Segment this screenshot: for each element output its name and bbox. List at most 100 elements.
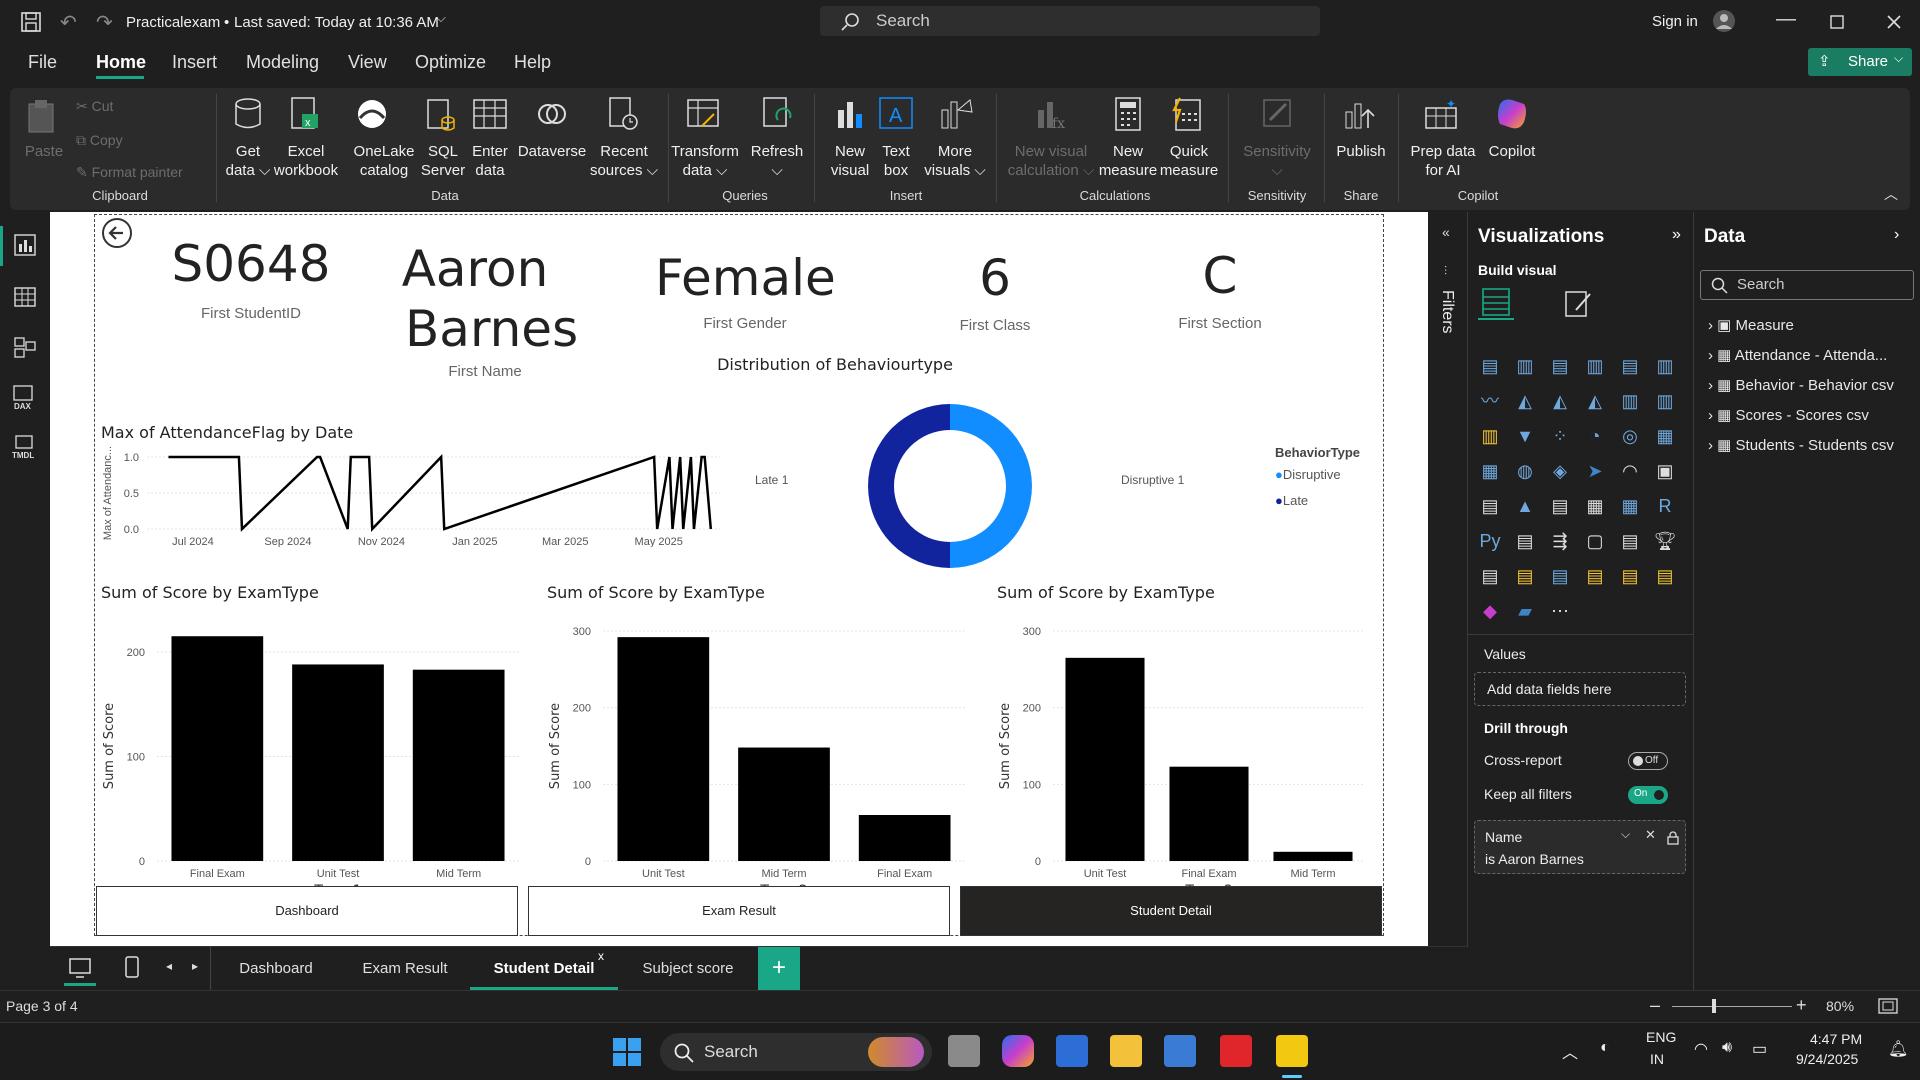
- battery-icon[interactable]: ▭: [1752, 1039, 1767, 1059]
- chevron-right-icon[interactable]: ›: [1708, 407, 1717, 424]
- expand-filters-icon[interactable]: «: [1442, 224, 1450, 240]
- area-visual-icon[interactable]: ◭: [1513, 389, 1537, 413]
- chevron-down-icon[interactable]: ⌵: [436, 10, 446, 26]
- shape-map-visual-icon[interactable]: ◈: [1548, 459, 1572, 483]
- tab-exam-result[interactable]: Exam Result: [340, 947, 470, 990]
- transform-data-button[interactable]: Transform data ⌵: [670, 142, 740, 180]
- filled-map-visual-icon[interactable]: ◍: [1513, 459, 1537, 483]
- bar[interactable]: [738, 747, 830, 861]
- data-table-item[interactable]: › ▦ Scores - Scores csv: [1708, 406, 1869, 424]
- tab-subject-score[interactable]: Subject score: [618, 947, 758, 990]
- wifi-icon[interactable]: ◠: [1694, 1039, 1708, 1059]
- bar[interactable]: [171, 636, 264, 861]
- desktop-layout-icon[interactable]: [68, 957, 92, 979]
- tab-dashboard[interactable]: Dashboard: [212, 947, 340, 990]
- format-visual-icon[interactable]: [1564, 288, 1594, 318]
- filters-pane-collapsed[interactable]: « ⫶ Filters: [1428, 212, 1468, 946]
- card-visual-icon[interactable]: ▣: [1653, 459, 1677, 483]
- task-view-icon[interactable]: [948, 1035, 980, 1067]
- paginated-visual-icon[interactable]: ▤: [1478, 564, 1502, 588]
- nav-dashboard-button[interactable]: Dashboard: [96, 886, 518, 936]
- chevron-right-icon[interactable]: ›: [1708, 347, 1717, 364]
- taskbar-search[interactable]: Search: [660, 1033, 932, 1071]
- pie-visual-icon[interactable]: ◔: [1583, 424, 1607, 448]
- drillthrough-filter-card[interactable]: Name ⌵ ✕ is Aaron Barnes: [1474, 820, 1686, 874]
- next-page-icon[interactable]: ▸: [192, 959, 198, 973]
- enter-data-button[interactable]: Enter data: [468, 142, 512, 180]
- gauge-visual-icon[interactable]: ◠: [1618, 459, 1642, 483]
- onelake-catalog-button[interactable]: OneLake catalog: [348, 142, 420, 180]
- trophy-visual-icon[interactable]: 🏆︎: [1653, 529, 1677, 553]
- nav-student-detail-button[interactable]: Student Detail: [960, 886, 1382, 936]
- power-bi-icon[interactable]: [1276, 1035, 1308, 1067]
- format-painter-button[interactable]: ✎ Format painter: [76, 164, 183, 181]
- publish-button[interactable]: Publish: [1330, 142, 1392, 161]
- data-search-input[interactable]: Search: [1700, 270, 1914, 300]
- chevron-right-icon[interactable]: ›: [1708, 317, 1717, 334]
- network-status-icon[interactable]: ◐: [1600, 1039, 1610, 1057]
- text-box-button[interactable]: Text box: [876, 142, 916, 180]
- button-slicer-visual-icon[interactable]: ▤: [1618, 564, 1642, 588]
- close-icon[interactable]: [1886, 14, 1902, 30]
- table-visual-icon[interactable]: ▦: [1583, 494, 1607, 518]
- wps-office-icon[interactable]: [1220, 1035, 1252, 1067]
- narrative-visual-icon[interactable]: ▤: [1618, 529, 1642, 553]
- add-data-fields-well[interactable]: Add data fields here: [1474, 672, 1686, 706]
- more-visuals-button[interactable]: More visuals ⌵: [920, 142, 990, 180]
- stacked-column-visual-icon[interactable]: ▥: [1513, 354, 1537, 378]
- sign-in-link[interactable]: Sign in: [1652, 13, 1698, 30]
- power-automate-visual-icon[interactable]: ▤: [1548, 564, 1572, 588]
- new-visual-calculation-button[interactable]: New visual calculation ⌵: [1006, 142, 1096, 180]
- nav-exam-result-button[interactable]: Exam Result: [528, 886, 950, 936]
- clock-time[interactable]: 4:47 PM: [1810, 1031, 1862, 1047]
- menu-help[interactable]: Help: [514, 52, 551, 73]
- quick-measure-button[interactable]: Quick measure: [1156, 142, 1222, 180]
- decomposition-tree-visual-icon[interactable]: ⇶: [1548, 529, 1572, 553]
- key-influencers-visual-icon[interactable]: ▤: [1513, 529, 1537, 553]
- keep-all-filters-toggle[interactable]: On: [1628, 786, 1668, 804]
- power-apps-visual-icon[interactable]: ▤: [1513, 564, 1537, 588]
- data-table-item[interactable]: › ▦ Students - Students csv: [1708, 436, 1894, 454]
- sql-server-button[interactable]: SQL Server: [420, 142, 466, 180]
- collapse-data-pane-icon[interactable]: ›: [1894, 226, 1899, 244]
- refresh-button[interactable]: Refresh ⌵: [746, 142, 808, 180]
- collapse-ribbon-icon[interactable]: ︿: [1884, 184, 1898, 204]
- copilot-button[interactable]: Copilot: [1480, 142, 1544, 161]
- get-data-button[interactable]: Get data ⌵: [220, 142, 276, 180]
- file-explorer-icon[interactable]: [1110, 1035, 1142, 1067]
- treemap-visual-icon[interactable]: ▦: [1653, 424, 1677, 448]
- stacked-bar-visual-icon[interactable]: ▤: [1478, 354, 1502, 378]
- chevron-down-icon[interactable]: ⌵: [1621, 827, 1630, 842]
- menu-view[interactable]: View: [348, 52, 387, 73]
- menu-file[interactable]: File: [28, 52, 57, 73]
- stacked-area-visual-icon[interactable]: ◭: [1548, 389, 1572, 413]
- language-indicator[interactable]: ENG: [1646, 1029, 1676, 1045]
- table-view-icon[interactable]: [14, 286, 36, 308]
- report-view-icon[interactable]: [14, 234, 36, 256]
- donut-slice-late[interactable]: [868, 404, 950, 568]
- maximize-icon[interactable]: [1830, 15, 1844, 29]
- redo-icon[interactable]: ↷: [96, 10, 113, 35]
- lock-icon[interactable]: [1667, 831, 1679, 845]
- dax-query-view-icon[interactable]: DAX: [12, 384, 38, 410]
- python-visual-icon[interactable]: Py: [1478, 529, 1502, 553]
- qa-visual-icon[interactable]: ▢: [1583, 529, 1607, 553]
- prev-page-icon[interactable]: ◂: [166, 959, 172, 973]
- clear-filter-icon[interactable]: ✕: [1645, 827, 1656, 843]
- clustered-column-visual-icon[interactable]: ▥: [1583, 354, 1607, 378]
- ribbon-visual-icon[interactable]: ▥: [1653, 389, 1677, 413]
- zoom-slider-thumb[interactable]: [1712, 999, 1716, 1013]
- multi-row-card-visual-icon[interactable]: ▤: [1478, 494, 1502, 518]
- collapse-visualizations-icon[interactable]: »: [1672, 226, 1681, 244]
- line-column-visual-icon[interactable]: ▥: [1618, 389, 1642, 413]
- more-visuals-visual-icon[interactable]: ⋯: [1548, 599, 1572, 623]
- bar[interactable]: [1169, 766, 1249, 861]
- minimize-icon[interactable]: —: [1776, 8, 1796, 31]
- matrix-visual-icon[interactable]: ▦: [1618, 494, 1642, 518]
- close-tab-icon[interactable]: x: [598, 949, 604, 963]
- 100-column-visual-icon[interactable]: ▥: [1653, 354, 1677, 378]
- copy-button[interactable]: ⧉ Copy: [76, 132, 123, 149]
- prep-data-for-ai-button[interactable]: Prep data for AI: [1400, 142, 1486, 180]
- undo-icon[interactable]: ↶: [60, 10, 77, 35]
- show-hidden-icons-icon[interactable]: ︿: [1562, 1039, 1578, 1063]
